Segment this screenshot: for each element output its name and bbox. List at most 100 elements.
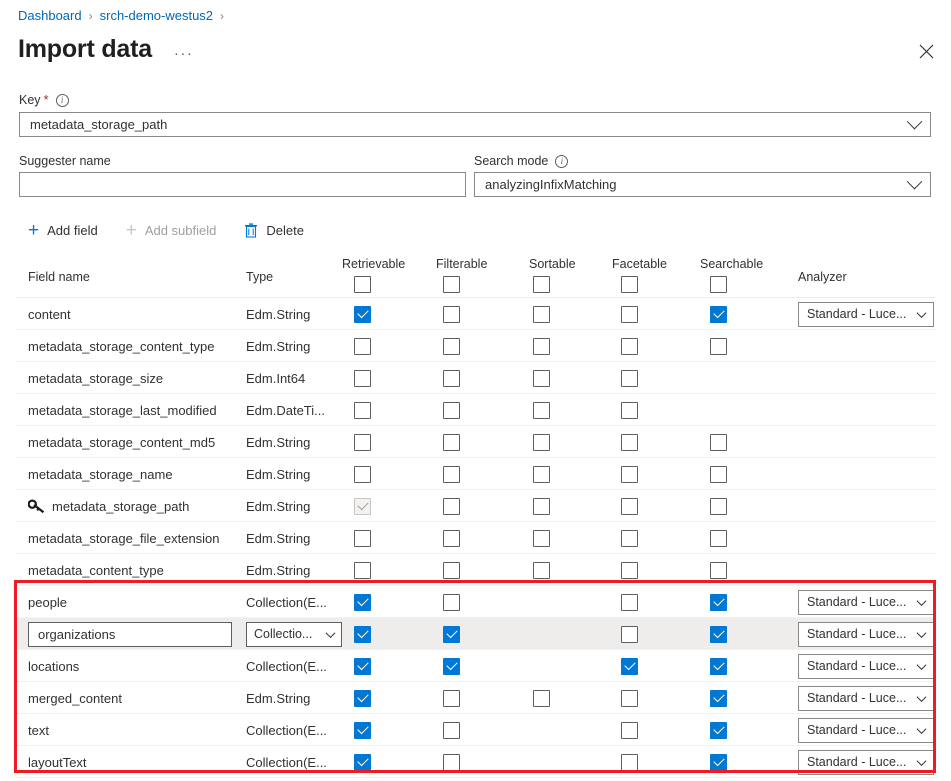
checkbox-searchable[interactable] [710, 562, 727, 579]
checkbox-searchable[interactable] [710, 626, 727, 643]
checkbox-sortable[interactable] [533, 434, 550, 451]
table-row[interactable]: metadata_storage_sizeEdm.Int64 [16, 362, 936, 394]
breadcrumb-item-service[interactable]: srch-demo-westus2 [100, 8, 213, 24]
checkbox-retrievable[interactable] [354, 434, 371, 451]
checkbox-facetable[interactable] [621, 754, 638, 771]
checkbox-facetable[interactable] [621, 690, 638, 707]
header-checkbox-retrievable[interactable] [354, 276, 371, 293]
search-mode-info-icon[interactable]: i [555, 155, 568, 168]
analyzer-dropdown[interactable]: Standard - Luce... [798, 750, 934, 775]
table-row[interactable]: contentEdm.StringStandard - Luce... [16, 298, 936, 330]
close-button[interactable] [911, 36, 941, 66]
header-checkbox-facetable[interactable] [621, 276, 638, 293]
key-info-icon[interactable]: i [56, 94, 69, 107]
checkbox-filterable[interactable] [443, 690, 460, 707]
table-row[interactable]: organizations Collectio... Standard - Luce… [16, 618, 936, 650]
checkbox-searchable[interactable] [710, 498, 727, 515]
checkbox-retrievable[interactable] [354, 626, 371, 643]
checkbox-retrievable[interactable] [354, 754, 371, 771]
checkbox-searchable[interactable] [710, 722, 727, 739]
checkbox-facetable[interactable] [621, 562, 638, 579]
analyzer-dropdown[interactable]: Standard - Luce... [798, 302, 934, 327]
suggester-name-input[interactable] [19, 172, 466, 197]
checkbox-facetable[interactable] [621, 402, 638, 419]
checkbox-retrievable[interactable] [354, 690, 371, 707]
table-row[interactable]: locationsCollection(E...Standard - Luce.… [16, 650, 936, 682]
table-row[interactable]: metadata_storage_content_typeEdm.String [16, 330, 936, 362]
checkbox-filterable[interactable] [443, 562, 460, 579]
checkbox-retrievable[interactable] [354, 466, 371, 483]
checkbox-retrievable[interactable] [354, 594, 371, 611]
checkbox-facetable[interactable] [621, 434, 638, 451]
checkbox-facetable[interactable] [621, 626, 638, 643]
checkbox-facetable[interactable] [621, 722, 638, 739]
table-row[interactable]: metadata_storage_nameEdm.String [16, 458, 936, 490]
checkbox-searchable[interactable] [710, 306, 727, 323]
add-field-button[interactable]: + Add field [26, 218, 100, 243]
table-row[interactable]: metadata_content_typeEdm.String [16, 554, 936, 586]
checkbox-retrievable[interactable] [354, 562, 371, 579]
table-row[interactable]: peopleCollection(E...Standard - Luce... [16, 586, 936, 618]
delete-button[interactable]: Delete [242, 220, 306, 241]
checkbox-filterable[interactable] [443, 370, 460, 387]
checkbox-facetable[interactable] [621, 370, 638, 387]
checkbox-searchable[interactable] [710, 658, 727, 675]
table-row[interactable]: metadata_storage_last_modifiedEdm.DateTi… [16, 394, 936, 426]
checkbox-sortable[interactable] [533, 306, 550, 323]
checkbox-sortable[interactable] [533, 498, 550, 515]
analyzer-dropdown[interactable]: Standard - Luce... [798, 654, 934, 679]
table-row[interactable]: merged_contentEdm.StringStandard - Luce.… [16, 682, 936, 714]
breadcrumb-item-dashboard[interactable]: Dashboard [18, 8, 82, 24]
checkbox-retrievable[interactable] [354, 306, 371, 323]
table-row[interactable]: metadata_storage_pathEdm.String [16, 490, 936, 522]
field-name-input[interactable]: organizations [28, 622, 232, 647]
key-dropdown[interactable]: metadata_storage_path [19, 112, 931, 137]
checkbox-facetable[interactable] [621, 530, 638, 547]
checkbox-filterable[interactable] [443, 306, 460, 323]
checkbox-filterable[interactable] [443, 594, 460, 611]
checkbox-facetable[interactable] [621, 658, 638, 675]
checkbox-filterable[interactable] [443, 754, 460, 771]
checkbox-sortable[interactable] [533, 690, 550, 707]
checkbox-searchable[interactable] [710, 338, 727, 355]
checkbox-filterable[interactable] [443, 658, 460, 675]
table-row[interactable]: layoutTextCollection(E...Standard - Luce… [16, 746, 936, 778]
header-checkbox-filterable[interactable] [443, 276, 460, 293]
checkbox-retrievable[interactable] [354, 722, 371, 739]
search-mode-dropdown[interactable]: analyzingInfixMatching [474, 172, 931, 197]
checkbox-sortable[interactable] [533, 402, 550, 419]
checkbox-searchable[interactable] [710, 434, 727, 451]
analyzer-dropdown[interactable]: Standard - Luce... [798, 686, 934, 711]
checkbox-searchable[interactable] [710, 594, 727, 611]
checkbox-filterable[interactable] [443, 338, 460, 355]
checkbox-filterable[interactable] [443, 402, 460, 419]
checkbox-facetable[interactable] [621, 498, 638, 515]
field-type-dropdown[interactable]: Collectio... [246, 622, 342, 647]
checkbox-filterable[interactable] [443, 498, 460, 515]
header-checkbox-sortable[interactable] [533, 276, 550, 293]
table-row[interactable]: metadata_storage_content_md5Edm.String [16, 426, 936, 458]
table-row[interactable]: textCollection(E...Standard - Luce... [16, 714, 936, 746]
checkbox-retrievable[interactable] [354, 338, 371, 355]
checkbox-sortable[interactable] [533, 562, 550, 579]
checkbox-searchable[interactable] [710, 530, 727, 547]
checkbox-sortable[interactable] [533, 338, 550, 355]
analyzer-dropdown[interactable]: Standard - Luce... [798, 622, 934, 647]
checkbox-retrievable[interactable] [354, 370, 371, 387]
table-row[interactable]: metadata_storage_file_extensionEdm.Strin… [16, 522, 936, 554]
checkbox-facetable[interactable] [621, 306, 638, 323]
checkbox-filterable[interactable] [443, 434, 460, 451]
checkbox-facetable[interactable] [621, 338, 638, 355]
checkbox-retrievable[interactable] [354, 402, 371, 419]
header-checkbox-searchable[interactable] [710, 276, 727, 293]
checkbox-sortable[interactable] [533, 466, 550, 483]
checkbox-searchable[interactable] [710, 466, 727, 483]
analyzer-dropdown[interactable]: Standard - Luce... [798, 718, 934, 743]
checkbox-filterable[interactable] [443, 626, 460, 643]
checkbox-facetable[interactable] [621, 466, 638, 483]
checkbox-retrievable[interactable] [354, 658, 371, 675]
checkbox-filterable[interactable] [443, 530, 460, 547]
checkbox-sortable[interactable] [533, 530, 550, 547]
checkbox-sortable[interactable] [533, 370, 550, 387]
checkbox-retrievable[interactable] [354, 530, 371, 547]
